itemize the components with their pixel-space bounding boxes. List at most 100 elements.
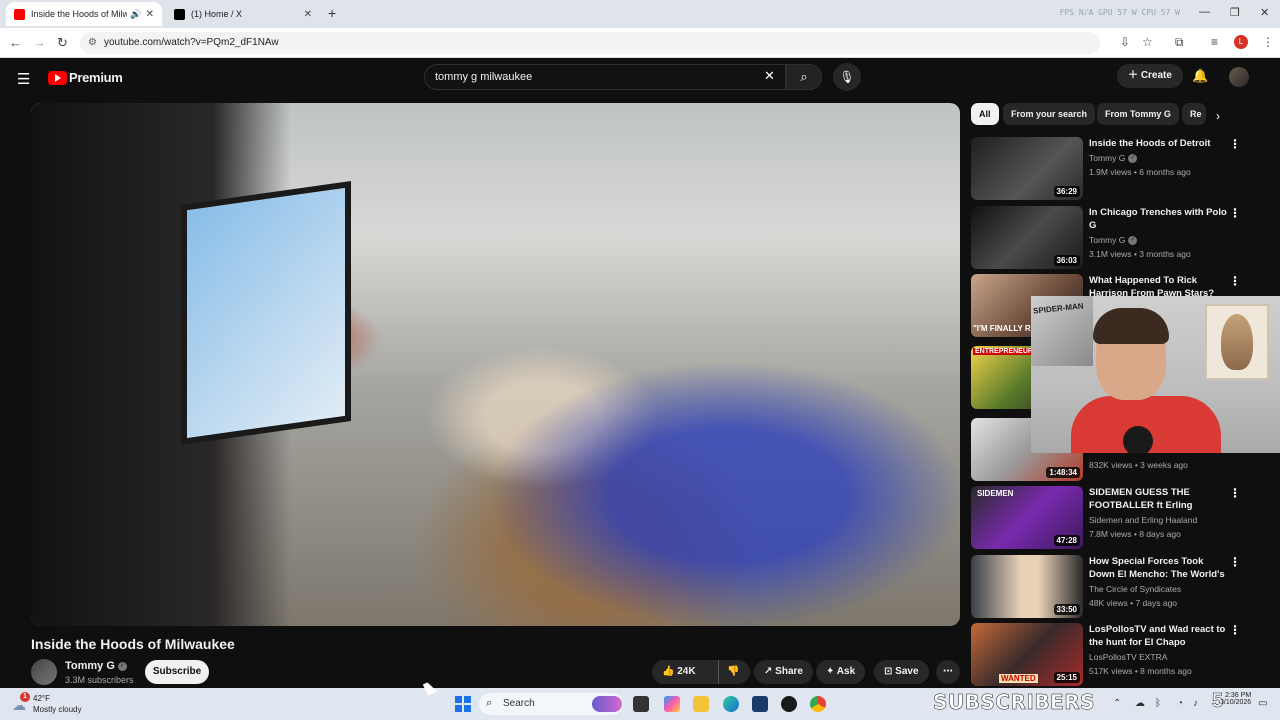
channel-avatar[interactable] [31, 659, 57, 685]
video-thumbnail[interactable]: 36:03 [971, 206, 1083, 269]
rec-title[interactable]: Inside the Hoods of Detroit [1089, 137, 1229, 150]
youtube-logo[interactable]: Premium [48, 70, 123, 85]
duration-badge: 47:28 [1053, 535, 1080, 546]
like-count: 24K [677, 666, 696, 677]
recommendation-item[interactable]: 36:03 In Chicago Trenches with Polo G To… [971, 206, 1251, 270]
rec-meta: 7.8M views • 8 days ago [1089, 529, 1181, 539]
volume-icon[interactable]: ♪ [1193, 698, 1198, 709]
chip-from-your-search[interactable]: From your search [1003, 103, 1096, 125]
copilot-icon[interactable] [664, 696, 680, 712]
chip-related[interactable]: Re [1182, 103, 1206, 125]
weather-condition[interactable]: Mostly cloudy [33, 705, 81, 714]
cloud-sync-icon[interactable]: ☁ [1135, 698, 1145, 709]
rec-title[interactable]: How Special Forces Took Down El Mencho: … [1089, 555, 1229, 582]
create-button[interactable]: ＋ Create [1117, 64, 1183, 88]
youtube-play-icon [48, 70, 67, 85]
back-icon[interactable]: ← [9, 35, 22, 50]
video-player[interactable] [31, 103, 960, 626]
tab-youtube[interactable]: Inside the Hoods of Milwaukee 🔊 ✕ [6, 2, 162, 26]
rec-channel[interactable]: LosPollosTV EXTRA [1089, 652, 1167, 662]
subscribe-button[interactable]: Subscribe [145, 660, 209, 684]
windows-start-icon[interactable] [455, 696, 471, 712]
recommendation-item[interactable]: 33:50 How Special Forces Took Down El Me… [971, 555, 1251, 619]
dislike-button[interactable]: 👎 [718, 660, 739, 684]
video-thumbnail[interactable]: WANTED 25:15 [971, 623, 1083, 686]
save-button[interactable]: ⊡ Save [874, 660, 929, 684]
chevron-right-icon[interactable]: › [1216, 109, 1220, 123]
wifi-icon[interactable]: ◔ [1177, 698, 1183, 709]
more-actions-button[interactable]: ⋯ [936, 660, 960, 684]
minimize-icon[interactable]: — [1199, 6, 1210, 18]
search-input[interactable]: tommy g milwaukee [424, 64, 786, 90]
new-tab-icon[interactable]: + [328, 5, 336, 21]
speaker-icon[interactable]: 🔊 [130, 9, 141, 20]
close-tab-icon[interactable]: ✕ [304, 9, 312, 20]
profile-avatar[interactable]: L [1234, 35, 1248, 49]
rec-channel[interactable]: Tommy G ✓ [1089, 235, 1138, 246]
terminal-icon[interactable] [752, 696, 768, 712]
extensions-icon[interactable]: ⧉ [1175, 35, 1184, 50]
task-view-icon[interactable] [633, 696, 649, 712]
rec-title[interactable]: LosPollosTV and Wad react to the hunt fo… [1089, 623, 1229, 649]
ask-button[interactable]: ✦ Ask [816, 660, 866, 684]
recommendation-item[interactable]: SIDEMEN 47:28 SIDEMEN GUESS THE FOOTBALL… [971, 486, 1251, 550]
more-vertical-icon[interactable]: ⋮ [1229, 623, 1241, 637]
url-field[interactable]: ⚙ youtube.com/watch?v=PQm2_dF1NAw [80, 32, 1100, 54]
channel-name[interactable]: Tommy G ✓ [65, 660, 127, 672]
weather-temperature[interactable]: 42°F [33, 694, 50, 703]
youtube-header: ☰ Premium tommy g milwaukee ✕ ⌕ 🎙 ＋ Crea… [0, 58, 1280, 98]
youtube-favicon-icon [14, 8, 25, 20]
close-window-icon[interactable]: ✕ [1260, 6, 1269, 19]
browser-menu-icon[interactable]: ⋮ [1262, 35, 1274, 49]
reload-icon[interactable]: ↻ [57, 35, 68, 51]
chip-all[interactable]: All [971, 103, 999, 125]
file-explorer-icon[interactable] [693, 696, 709, 712]
streamer-hair [1093, 308, 1169, 344]
notifications-bell-icon[interactable]: 🔔 [1192, 68, 1208, 84]
chevron-up-icon[interactable]: ⌃ [1113, 698, 1121, 709]
tab-x-home[interactable]: (1) Home / X ✕ [166, 2, 320, 26]
forward-icon[interactable]: → [33, 35, 46, 50]
chrome-icon[interactable] [810, 696, 826, 712]
rec-title[interactable]: SIDEMEN GUESS THE FOOTBALLER ft Erling H… [1089, 486, 1229, 513]
chip-from-tommy-g[interactable]: From Tommy G [1097, 103, 1179, 125]
clear-search-icon[interactable]: ✕ [764, 68, 775, 84]
more-vertical-icon[interactable]: ⋮ [1229, 555, 1241, 569]
more-vertical-icon[interactable]: ⋮ [1229, 137, 1241, 151]
taskbar-clock[interactable]: 2:36 PM 3/10/2026 [1220, 692, 1251, 706]
rec-channel[interactable]: Tommy G ✓ [1089, 153, 1138, 164]
more-vertical-icon[interactable]: ⋮ [1229, 274, 1241, 288]
video-thumbnail[interactable]: 33:50 [971, 555, 1083, 618]
video-thumbnail[interactable]: 36:29 [971, 137, 1083, 200]
notification-bell-icon[interactable]: ▭ [1258, 698, 1267, 709]
video-frame-monitor [181, 181, 351, 445]
menu-hamburger-icon[interactable]: ☰ [17, 70, 30, 88]
video-thumbnail[interactable]: SIDEMEN 47:28 [971, 486, 1083, 549]
like-button[interactable]: 👍 24K [662, 660, 696, 684]
edge-browser-icon[interactable] [723, 696, 739, 712]
account-avatar[interactable] [1229, 67, 1249, 87]
share-button[interactable]: ↗ Share [754, 660, 813, 684]
rec-meta: 517K views • 8 months ago [1089, 666, 1192, 676]
bookmark-star-icon[interactable]: ☆ [1142, 35, 1153, 49]
restore-icon[interactable]: ❐ [1230, 6, 1240, 19]
recommendation-item[interactable]: WANTED 25:15 LosPollosTV and Wad react t… [971, 623, 1251, 687]
rec-meta: 3.1M views • 3 months ago [1089, 249, 1191, 259]
more-vertical-icon[interactable]: ⋮ [1229, 206, 1241, 220]
install-app-icon[interactable]: ⇩ [1120, 35, 1130, 49]
voice-search-button[interactable]: 🎙 [833, 63, 861, 91]
close-tab-icon[interactable]: ✕ [146, 9, 154, 20]
search-button[interactable]: ⌕ [786, 64, 822, 90]
rec-channel[interactable]: The Circle of Syndicates [1089, 584, 1181, 594]
clock-time: 2:36 PM [1225, 692, 1252, 699]
share-arrow-icon: ↗ [764, 666, 776, 677]
site-info-icon[interactable]: ⚙ [88, 32, 97, 54]
thumbs-down-icon: 👎 [727, 666, 740, 677]
rec-channel[interactable]: Sidemen and Erling Haaland [1089, 515, 1197, 525]
rec-title[interactable]: In Chicago Trenches with Polo G [1089, 206, 1229, 232]
media-control-icon[interactable]: ≡ [1211, 35, 1218, 49]
obs-icon[interactable] [781, 696, 797, 712]
more-vertical-icon[interactable]: ⋮ [1229, 486, 1241, 500]
recommendation-item[interactable]: 36:29 Inside the Hoods of Detroit Tommy … [971, 137, 1251, 201]
bluetooth-icon[interactable]: ᛒ [1155, 698, 1161, 709]
